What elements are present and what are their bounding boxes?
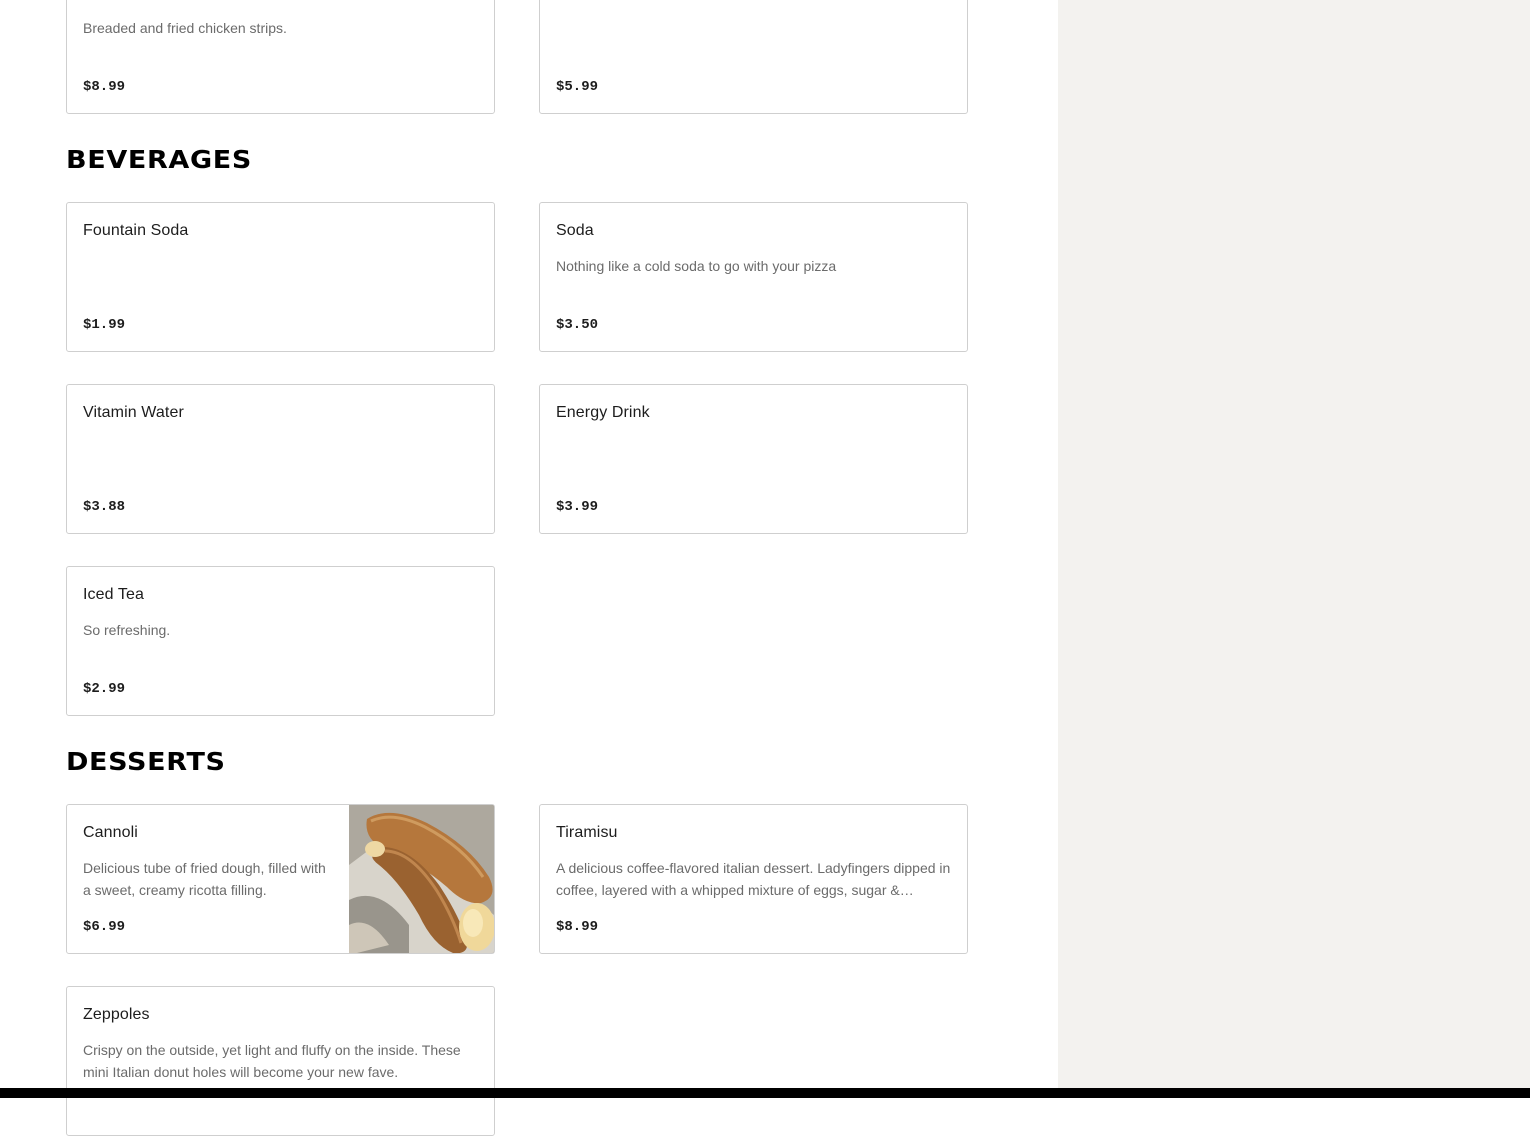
menu-item-tiramisu[interactable]: Tiramisu A delicious coffee-flavored ita… xyxy=(539,804,968,954)
menu-item-name: Cannoli xyxy=(83,824,138,841)
menu-item-price: $1.99 xyxy=(83,317,126,333)
menu-item-description: Crispy on the outside, yet light and flu… xyxy=(83,1042,461,1080)
menu-item-name: Tiramisu xyxy=(556,824,618,841)
menu-item-card[interactable]: $5.99 xyxy=(539,0,968,114)
menu-item-description: Nothing like a cold soda to go with your… xyxy=(556,258,837,274)
bottom-bar xyxy=(0,1088,1530,1098)
menu-item-description: Breaded and fried chicken strips. xyxy=(83,20,287,36)
menu-item-description: Delicious tube of fried dough, filled wi… xyxy=(83,860,326,898)
menu-item-fountain-soda[interactable]: Fountain Soda $1.99 xyxy=(66,202,495,352)
menu-item-card[interactable]: Breaded and fried chicken strips. $8.99 xyxy=(66,0,495,114)
menu-item-description: So refreshing. xyxy=(83,622,171,638)
menu-item-name: Zeppoles xyxy=(83,1006,150,1023)
menu-item-soda[interactable]: Soda Nothing like a cold soda to go with… xyxy=(539,202,968,352)
menu-item-price: $3.50 xyxy=(556,317,599,333)
menu-item-name: Vitamin Water xyxy=(83,404,184,421)
section-title-beverages: BEVERAGES xyxy=(66,145,252,174)
menu-main-column: Breaded and fried chicken strips. $8.99 … xyxy=(0,0,1058,1136)
menu-item-price: $8.99 xyxy=(83,79,126,95)
menu-item-price: $3.88 xyxy=(83,499,126,515)
menu-item-energy-drink[interactable]: Energy Drink $3.99 xyxy=(539,384,968,534)
menu-item-name: Energy Drink xyxy=(556,404,650,421)
menu-item-price: $8.99 xyxy=(556,919,599,935)
side-panel xyxy=(1058,0,1530,1098)
menu-item-cannoli[interactable]: Cannoli Delicious tube of fried dough, f… xyxy=(66,804,495,954)
menu-item-zeppoles[interactable]: Zeppoles Crispy on the outside, yet ligh… xyxy=(66,986,495,1136)
menu-item-price: $3.99 xyxy=(556,499,599,515)
cannoli-photo xyxy=(349,805,494,953)
menu-item-name: Fountain Soda xyxy=(83,222,189,239)
section-title-desserts: DESSERTS xyxy=(66,747,226,776)
menu-item-name: Soda xyxy=(556,222,594,239)
menu-item-price: $5.99 xyxy=(556,79,599,95)
menu-item-name: Iced Tea xyxy=(83,586,144,603)
menu-item-price: $2.99 xyxy=(83,681,126,697)
menu-item-vitamin-water[interactable]: Vitamin Water $3.88 xyxy=(66,384,495,534)
menu-item-price: $6.99 xyxy=(83,919,126,935)
menu-item-iced-tea[interactable]: Iced Tea So refreshing. $2.99 xyxy=(66,566,495,716)
menu-item-description: A delicious coffee-flavored italian dess… xyxy=(556,860,951,898)
